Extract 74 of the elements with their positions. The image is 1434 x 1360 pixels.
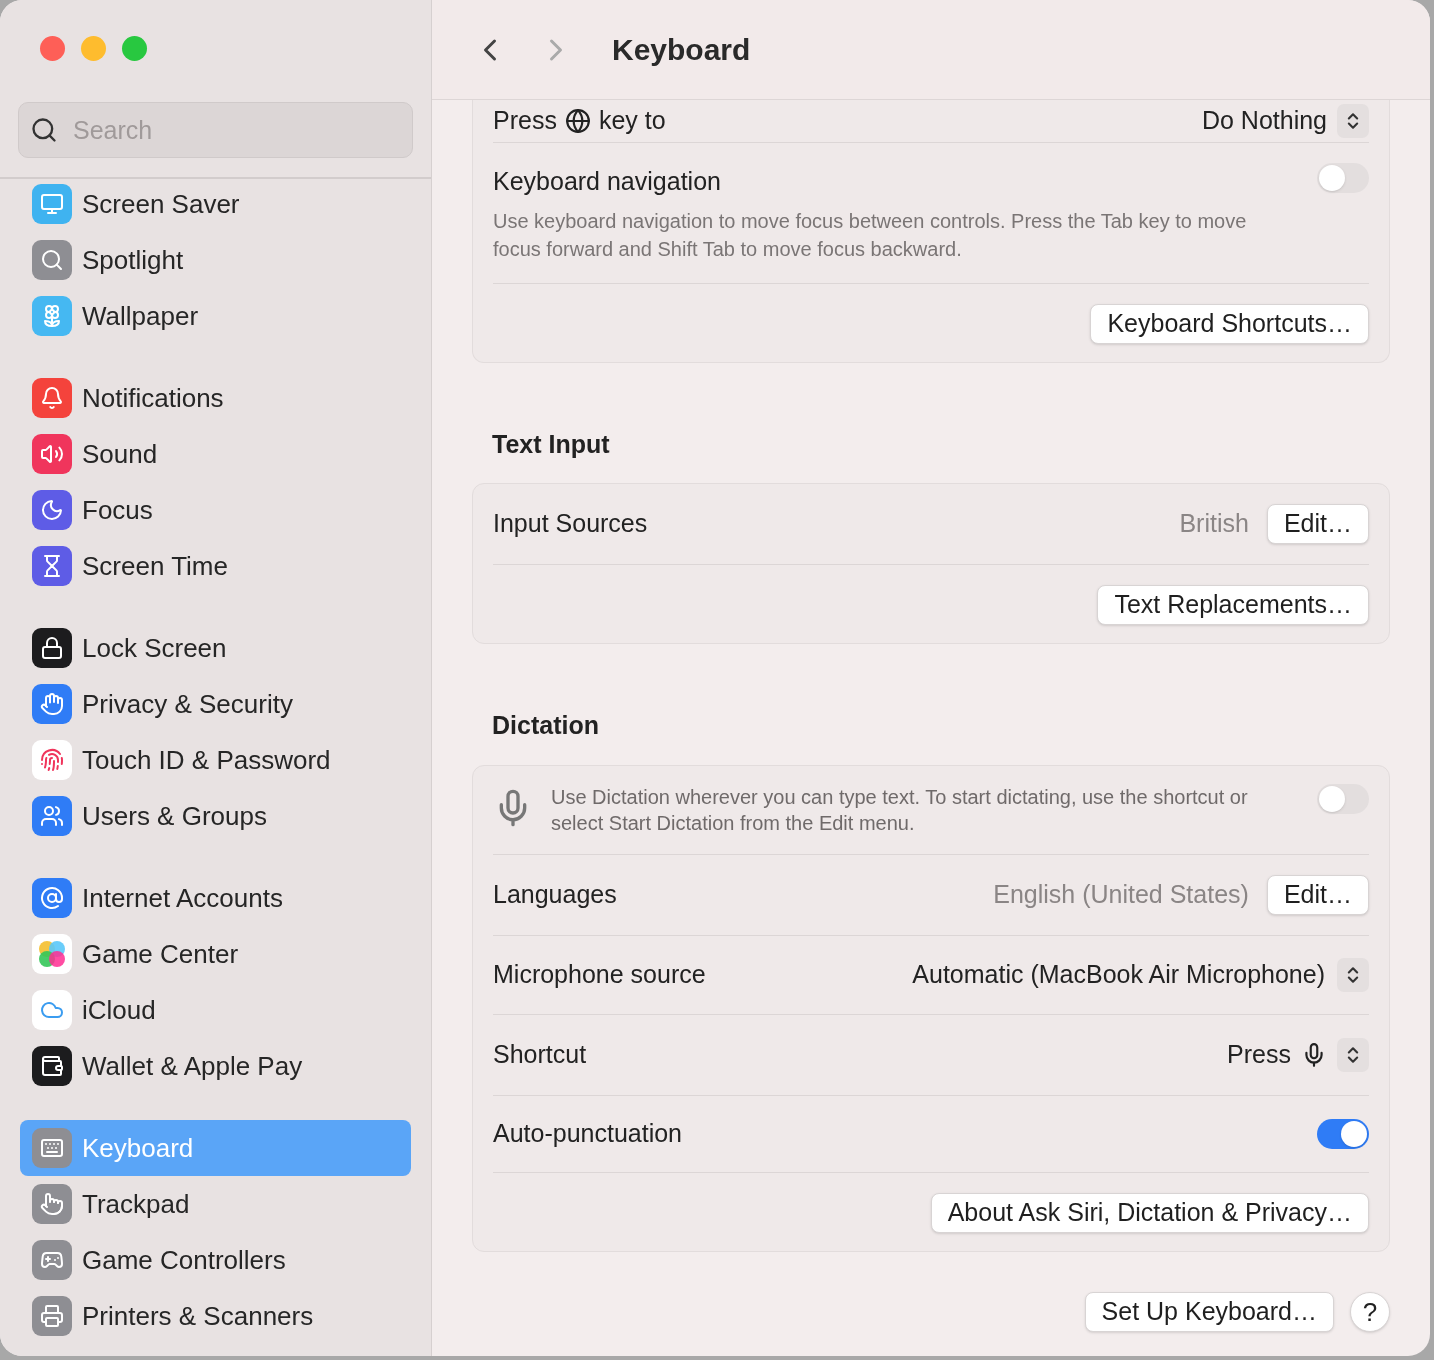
search-icon bbox=[30, 116, 58, 144]
popup-value[interactable]: Press bbox=[1227, 1035, 1291, 1074]
row-label: Shortcut bbox=[493, 1038, 587, 1070]
speaker-icon bbox=[32, 434, 72, 474]
keyboard-shortcuts-button[interactable]: Keyboard Shortcuts… bbox=[1090, 303, 1369, 344]
text-replacements-button[interactable]: Text Replacements… bbox=[1097, 585, 1369, 625]
row-value: British bbox=[1179, 508, 1249, 540]
fingerprint-icon bbox=[32, 740, 72, 780]
cloud-icon bbox=[32, 990, 72, 1030]
magnifier-icon bbox=[32, 240, 72, 280]
row-description: Use keyboard navigation to move focus between controls. Press the Tab key to move focus forward and Shift Tab to move focus backward. bbox=[493, 208, 1248, 262]
at-sign-icon bbox=[32, 878, 72, 918]
row-label: Languages bbox=[493, 878, 617, 910]
hand-pointer-icon bbox=[32, 1184, 72, 1224]
sidebar-item[interactable]: iCloud bbox=[20, 982, 411, 1038]
toggle-switch[interactable] bbox=[1317, 163, 1369, 193]
sidebar-item[interactable]: Screen Saver bbox=[20, 176, 411, 232]
sidebar-item[interactable]: Wallpaper bbox=[20, 288, 411, 344]
section-heading: Dictation bbox=[491, 710, 600, 741]
sidebar-item[interactable]: Sound bbox=[20, 426, 411, 482]
gamepad-icon bbox=[32, 1240, 72, 1280]
lock-icon bbox=[32, 628, 72, 668]
stepper-icon[interactable] bbox=[1337, 1037, 1369, 1072]
hand-icon bbox=[32, 684, 72, 724]
row-label: Microphone source bbox=[493, 958, 706, 990]
sidebar-item[interactable]: Wallet & Apple Pay bbox=[20, 1038, 411, 1094]
sidebar-item[interactable]: Trackpad bbox=[20, 1176, 411, 1232]
help-button[interactable]: ? bbox=[1350, 1291, 1390, 1332]
hourglass-icon bbox=[32, 546, 72, 586]
wallet-icon bbox=[32, 1046, 72, 1086]
row-label: Input Sources bbox=[493, 508, 648, 540]
sidebar-item[interactable]: Internet Accounts bbox=[20, 870, 411, 926]
row-description: Use Dictation wherever you can type text. To start dictating, use the shortcut or select Start Dictation from the Edit menu. bbox=[551, 784, 1249, 836]
sidebar-item[interactable]: Game Center bbox=[20, 926, 411, 982]
search-field[interactable]: Search bbox=[18, 102, 413, 158]
row-label: Press bbox=[493, 105, 557, 137]
flower-icon bbox=[32, 296, 72, 336]
sidebar-item[interactable]: Privacy & Security bbox=[20, 676, 411, 732]
stepper-icon[interactable] bbox=[1337, 957, 1369, 992]
row-label: key to bbox=[598, 105, 666, 137]
sidebar-item[interactable]: Users & Groups bbox=[20, 788, 411, 844]
bell-icon bbox=[32, 378, 72, 418]
globe-icon bbox=[564, 108, 591, 134]
printer-icon bbox=[32, 1296, 72, 1336]
sidebar-item[interactable]: Notifications bbox=[20, 370, 411, 426]
popup-value[interactable]: Do Nothing bbox=[1201, 102, 1327, 140]
set-up-keyboard-button[interactable]: Set Up Keyboard… bbox=[1084, 1291, 1334, 1332]
users-icon bbox=[32, 796, 72, 836]
about-dictation-button[interactable]: About Ask Siri, Dictation & Privacy… bbox=[930, 1192, 1369, 1233]
sidebar-item[interactable]: Screen Time bbox=[20, 538, 411, 594]
row-label: Keyboard navigation bbox=[493, 166, 722, 197]
close-window-icon[interactable] bbox=[40, 36, 65, 61]
edit-button[interactable]: Edit… bbox=[1266, 874, 1369, 915]
circles-icon bbox=[32, 934, 72, 974]
window-title: Keyboard bbox=[612, 32, 751, 68]
sidebar-item[interactable]: Spotlight bbox=[20, 232, 411, 288]
sidebar-item[interactable]: Touch ID & Password bbox=[20, 732, 411, 788]
keyboard-icon bbox=[32, 1128, 72, 1168]
stepper-icon[interactable] bbox=[1337, 104, 1369, 138]
toggle-switch[interactable] bbox=[1317, 783, 1369, 814]
sidebar-item[interactable]: Lock Screen bbox=[20, 620, 411, 676]
edit-button[interactable]: Edit… bbox=[1266, 504, 1369, 544]
sidebar-item[interactable]: Printers & Scanners bbox=[20, 1288, 411, 1344]
row-label: Auto-punctuation bbox=[493, 1117, 683, 1149]
popup-value[interactable]: Automatic (MacBook Air Microphone) bbox=[912, 955, 1325, 994]
moon-icon bbox=[32, 490, 72, 530]
toggle-switch[interactable] bbox=[1317, 1118, 1369, 1149]
zoom-window-icon[interactable] bbox=[122, 36, 147, 61]
sidebar-item[interactable]: Game Controllers bbox=[20, 1232, 411, 1288]
section-heading: Text Input bbox=[491, 428, 611, 460]
sidebar-item[interactable]: Focus bbox=[20, 482, 411, 538]
row-value: English (United States) bbox=[993, 878, 1249, 910]
monitor-icon bbox=[32, 184, 72, 224]
minimize-window-icon[interactable] bbox=[81, 36, 106, 61]
